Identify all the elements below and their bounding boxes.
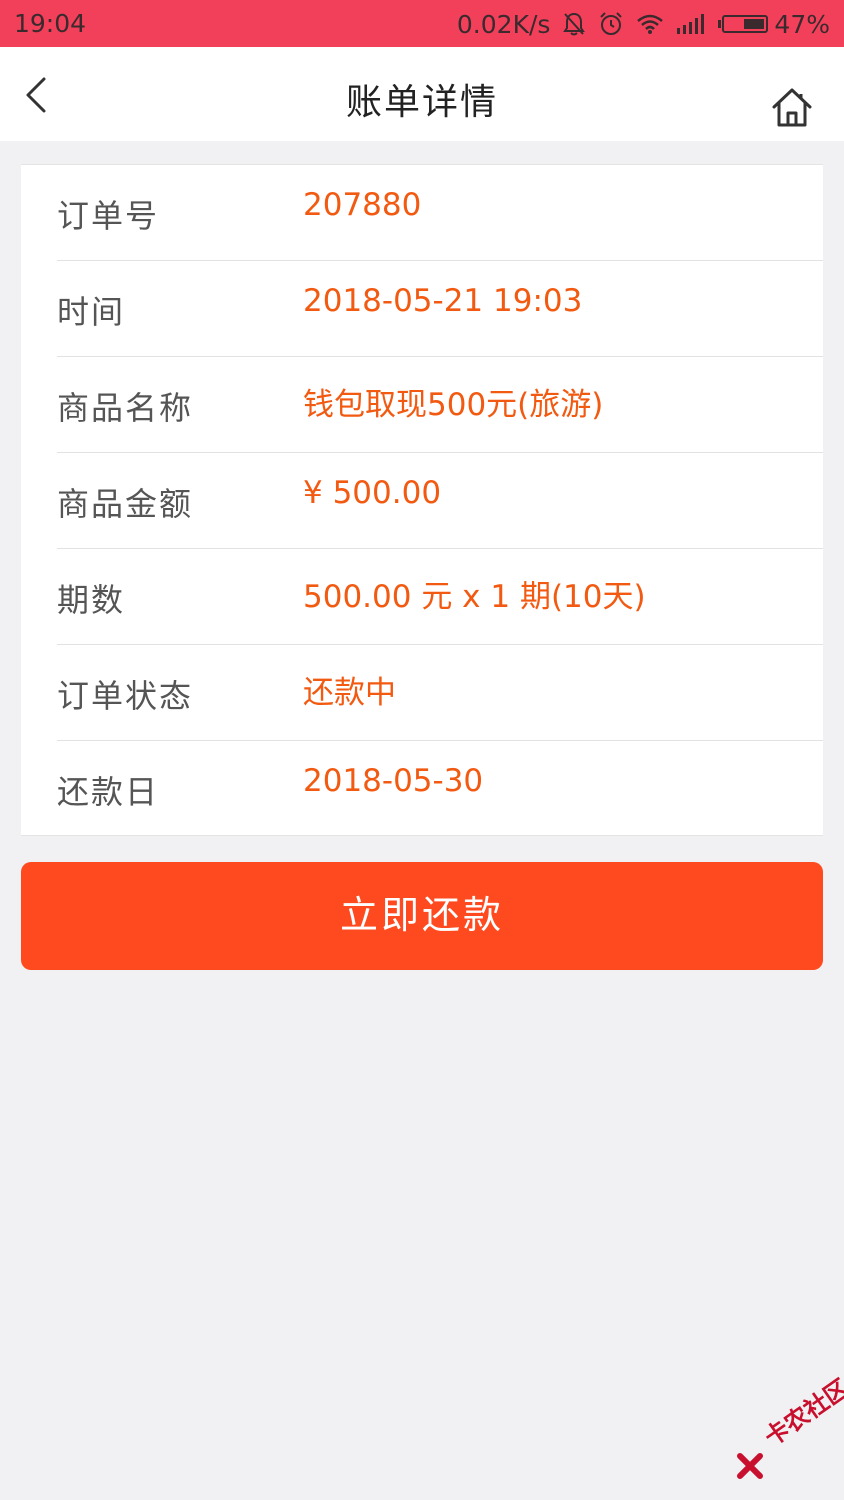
detail-row-product-amount: 商品金额 ¥ 500.00 <box>21 453 823 549</box>
wifi-icon <box>637 14 664 34</box>
watermark-logo: 卡农社区 <box>736 1374 844 1488</box>
order-status-value: 还款中 <box>303 675 396 711</box>
detail-label: 期数 <box>57 581 126 619</box>
battery-percent: 47% <box>774 9 830 39</box>
product-amount-value: ¥ 500.00 <box>303 475 442 511</box>
bill-detail-card: 订单号 207880 时间 2018-05-21 19:03 商品名称 钱包取现… <box>21 164 823 836</box>
detail-row-order-status: 订单状态 还款中 <box>21 645 823 741</box>
product-name-value: 钱包取现500元(旅游) <box>303 387 604 423</box>
repay-now-button[interactable]: 立即还款 <box>21 862 823 970</box>
signal-icon <box>677 14 705 34</box>
detail-label: 还款日 <box>57 773 160 811</box>
detail-label: 订单状态 <box>57 677 194 715</box>
detail-label: 商品名称 <box>57 389 194 427</box>
detail-row-product-name: 商品名称 钱包取现500元(旅游) <box>21 357 823 453</box>
battery-icon <box>718 15 769 33</box>
status-time: 19:04 <box>14 9 87 38</box>
detail-row-installments: 期数 500.00 元 x 1 期(10天) <box>21 549 823 645</box>
home-icon[interactable] <box>770 85 814 129</box>
watermark-text: 卡农社区 <box>759 1373 844 1452</box>
detail-label: 商品金额 <box>57 485 194 523</box>
alarm-icon <box>600 12 623 35</box>
installments-value: 500.00 元 x 1 期(10天) <box>303 579 646 615</box>
detail-row-time: 时间 2018-05-21 19:03 <box>21 261 823 357</box>
bell-off-icon <box>563 12 586 36</box>
time-value: 2018-05-21 19:03 <box>303 283 583 319</box>
nav-bar: 账单详情 <box>0 47 844 141</box>
status-icons: 0.02K/s 47% <box>457 9 830 39</box>
net-speed: 0.02K/s <box>456 9 551 39</box>
watermark-mark-icon <box>737 1453 763 1479</box>
status-bar: 19:04 0.02K/s 47% <box>0 0 844 47</box>
page-title: 账单详情 <box>345 82 498 123</box>
detail-label: 订单号 <box>57 197 160 235</box>
detail-row-repay-date: 还款日 2018-05-30 <box>21 741 823 837</box>
detail-label: 时间 <box>57 293 126 331</box>
repay-date-value: 2018-05-30 <box>303 763 484 799</box>
detail-row-order-no: 订单号 207880 <box>21 165 823 261</box>
order-no-value: 207880 <box>303 187 422 223</box>
